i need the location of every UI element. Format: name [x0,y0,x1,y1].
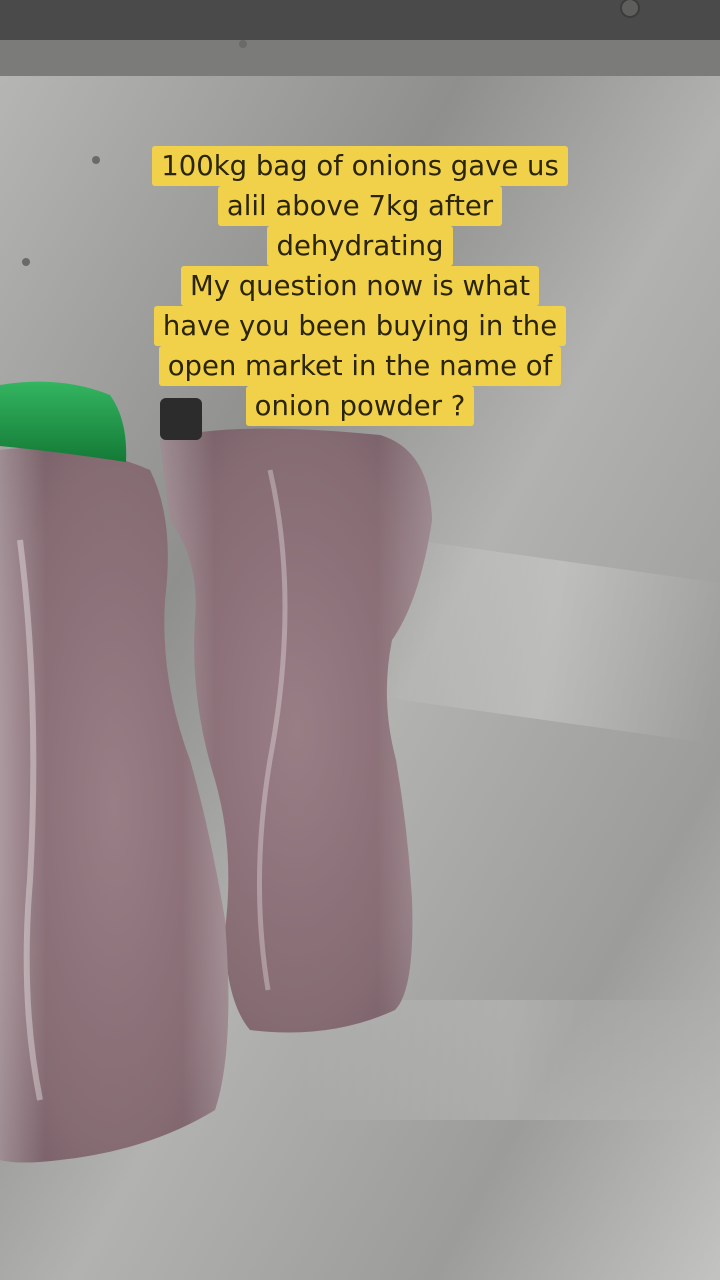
screw [239,40,247,48]
caption-line: have you been buying in the [153,306,567,346]
caption-line: My question now is what [180,266,540,306]
caption-line: 100kg bag of onions gave us [152,146,568,186]
top-rail [0,0,720,40]
screw [620,0,640,18]
caption-line: dehydrating [267,226,453,266]
top-rail-edge [0,40,720,76]
caption-line: onion powder ? [245,386,475,426]
caption-line: alil above 7kg after [217,186,503,226]
caption-overlay: 100kg bag of onions gave us alil above 7… [0,146,720,426]
caption-line: open market in the name of [158,346,562,386]
